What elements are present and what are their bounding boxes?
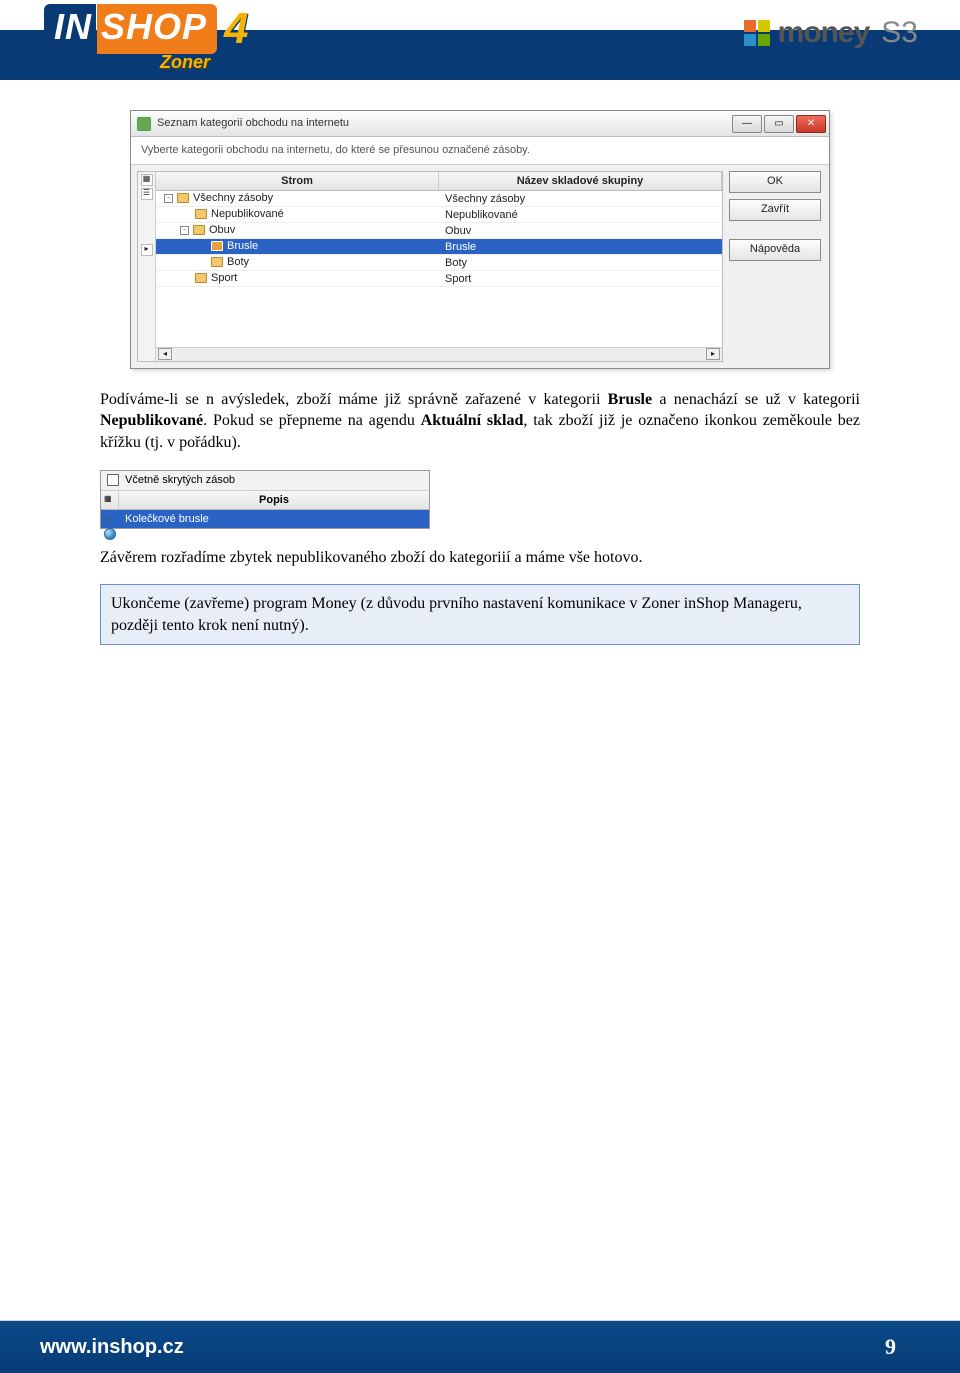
- ok-button[interactable]: OK: [729, 171, 821, 193]
- money-logo: money S3: [744, 16, 918, 50]
- panel-col-popis[interactable]: Popis: [119, 491, 429, 509]
- checkbox-icon[interactable]: [107, 474, 119, 486]
- expand-icon[interactable]: -: [164, 194, 173, 203]
- tree-row[interactable]: - Obuv Obuv: [156, 223, 722, 239]
- folder-icon: [211, 241, 223, 251]
- money-logo-s3: S3: [881, 16, 918, 50]
- bold-aktualni-sklad: Aktuální sklad: [421, 412, 524, 429]
- group-name: Obuv: [437, 223, 722, 238]
- stock-panel: Včetně skrytých zásob ▦ Popis ▸ Kolečkov…: [100, 470, 430, 529]
- tree-row[interactable]: Nepublikované Nepublikované: [156, 207, 722, 223]
- app-icon: [137, 117, 151, 131]
- grid-header: Strom Název skladové skupiny: [156, 172, 722, 191]
- panel-row-value: Kolečkové brusle: [119, 510, 429, 528]
- expand-icon[interactable]: -: [180, 226, 189, 235]
- page-number: 9: [885, 1334, 896, 1360]
- vertical-toolbar: ▦ ☰ ▸: [138, 172, 156, 361]
- inshop-logo: INSHOP 4: [44, 4, 250, 54]
- tree-row[interactable]: Brusle Brusle: [156, 239, 722, 255]
- dialog-main: ▦ ☰ ▸ Strom Název skladové skupiny - Všec…: [137, 171, 723, 362]
- inshop-logo-four: 4: [224, 4, 249, 54]
- globe-icon: [104, 528, 116, 540]
- group-name: Brusle: [437, 239, 722, 254]
- row-marker: ▸: [101, 510, 119, 528]
- dialog-titlebar[interactable]: Seznam kategorií obchodu na internetu — …: [131, 111, 829, 137]
- folder-icon: [193, 225, 205, 235]
- folder-icon: [177, 193, 189, 203]
- close-dialog-button[interactable]: Zavřít: [729, 199, 821, 221]
- tree-label: Brusle: [227, 238, 258, 254]
- dialog-title: Seznam kategorií obchodu na internetu: [157, 116, 349, 131]
- money-logo-text: money: [778, 16, 870, 50]
- page-footer: www.inshop.cz 9: [0, 1321, 960, 1373]
- tree-label: Nepublikované: [211, 206, 284, 222]
- tree-row[interactable]: Boty Boty: [156, 255, 722, 271]
- inshop-logo-shop: SHOP: [97, 4, 217, 54]
- page-header: INSHOP 4 Zoner money S3: [0, 0, 960, 80]
- dialog-table: Strom Název skladové skupiny - Všechny zá…: [156, 172, 722, 361]
- col-name[interactable]: Název skladové skupiny: [439, 172, 722, 190]
- footer-url: www.inshop.cz: [40, 1336, 184, 1359]
- tree-label: Sport: [211, 270, 237, 286]
- panel-header-gutter: ▦: [101, 491, 119, 509]
- minimize-button[interactable]: —: [732, 115, 762, 133]
- bold-brusle: Brusle: [608, 391, 652, 408]
- panel-row[interactable]: ▸ Kolečkové brusle: [101, 510, 429, 528]
- callout-box: Ukončeme (zavřeme) program Money (z důvo…: [100, 584, 860, 645]
- dialog-subtitle: Vyberte kategorii obchodu na internetu, …: [131, 137, 829, 165]
- tree-label: Všechny zásoby: [193, 190, 273, 206]
- money-square-icon: [744, 20, 770, 46]
- scroll-left-icon[interactable]: ◂: [158, 348, 172, 360]
- scroll-right-icon[interactable]: ▸: [706, 348, 720, 360]
- horizontal-scrollbar[interactable]: ◂ ▸: [156, 347, 722, 361]
- paragraph-1: Podíváme-li se n avýsledek, zboží máme j…: [100, 389, 860, 454]
- folder-icon: [195, 209, 207, 219]
- maximize-button[interactable]: ▭: [764, 115, 794, 133]
- tree-label: Obuv: [209, 222, 235, 238]
- folder-icon: [195, 273, 207, 283]
- paragraph-2: Závěrem rozřadíme zbytek nepublikovaného…: [100, 547, 860, 569]
- col-tree[interactable]: Strom: [156, 172, 439, 190]
- inshop-logo-sub: Zoner: [160, 52, 210, 73]
- row-pointer-icon: ▸: [141, 244, 153, 256]
- group-name: Nepublikované: [437, 207, 722, 222]
- help-button[interactable]: Nápověda: [729, 239, 821, 261]
- tree-row[interactable]: Sport Sport: [156, 271, 722, 287]
- inshop-logo-in: IN: [44, 4, 96, 54]
- group-name: Všechny zásoby: [437, 191, 722, 206]
- toolbar-icon[interactable]: ☰: [141, 188, 153, 200]
- category-dialog: Seznam kategorií obchodu na internetu — …: [130, 110, 830, 369]
- checkbox-label: Včetně skrytých zásob: [125, 473, 235, 488]
- close-button[interactable]: ✕: [796, 115, 826, 133]
- tree-label: Boty: [227, 254, 249, 270]
- dialog-sidebar: OK Zavřít Nápověda: [729, 165, 829, 368]
- group-name: Sport: [437, 271, 722, 286]
- bold-nepublikovane: Nepublikované: [100, 412, 203, 429]
- page-content: Seznam kategorií obchodu na internetu — …: [0, 80, 960, 645]
- folder-icon: [211, 257, 223, 267]
- hidden-stock-checkbox-row[interactable]: Včetně skrytých zásob: [101, 471, 429, 491]
- group-name: Boty: [437, 255, 722, 270]
- toolbar-icon[interactable]: ▦: [141, 174, 153, 186]
- tree-row[interactable]: - Všechny zásoby Všechny zásoby: [156, 191, 722, 207]
- panel-header: ▦ Popis: [101, 491, 429, 510]
